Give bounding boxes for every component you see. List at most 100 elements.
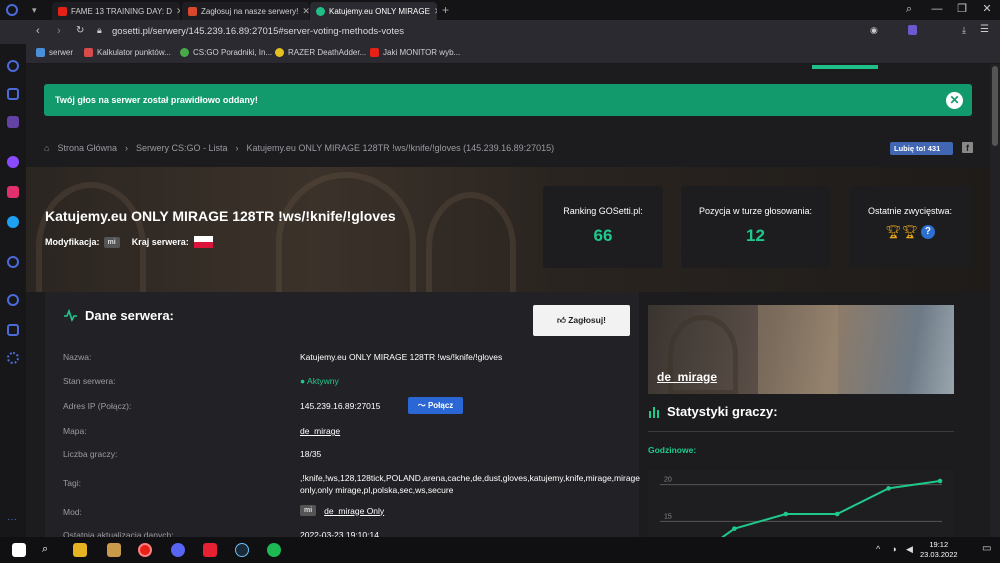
vpn-icon[interactable] <box>908 25 917 35</box>
twitter-icon[interactable] <box>7 216 19 228</box>
bookmark-item[interactable]: Jaki MONITOR wyb... <box>370 48 460 57</box>
download-icon[interactable]: ⤓ <box>962 25 966 36</box>
check-circle-icon: ● <box>300 376 306 386</box>
close-icon[interactable]: ✕ <box>430 6 437 17</box>
ip-value[interactable]: 145.239.16.89:27015 <box>300 401 380 411</box>
tab-label: FAME 13 TRAINING DAY: D <box>71 6 173 16</box>
hourly-label: Godzinowe: <box>648 445 697 455</box>
tray-chevron-icon[interactable]: ^ <box>876 544 880 554</box>
trophy-icon: 🏆︎ <box>885 224 902 239</box>
help-icon[interactable]: ? <box>920 225 935 239</box>
tab-bar: ▾ FAME 13 TRAINING DAY: D ✕ Zagłosuj na … <box>0 0 1000 20</box>
row-label: Nazwa: <box>63 352 92 362</box>
connect-label: Połącz <box>427 401 454 410</box>
steam-icon[interactable] <box>235 543 249 557</box>
league-icon[interactable] <box>107 543 121 557</box>
status-text: Aktywny <box>307 376 339 386</box>
data-point[interactable] <box>834 511 840 517</box>
close-icon[interactable]: ✕ <box>172 6 180 17</box>
tab-menu-icon[interactable]: ▾ <box>32 5 37 16</box>
tab-katujemy[interactable]: Katujemy.eu ONLY MIRAGE ✕ <box>310 2 437 20</box>
razer-icon[interactable] <box>203 543 217 557</box>
discord-icon[interactable] <box>171 543 185 557</box>
tags-value: ,!knife,!ws,128,128tick,POLAND,arena,cac… <box>300 473 641 495</box>
gosetti-icon <box>316 6 325 16</box>
search-icon[interactable]: ⌕ <box>902 2 916 16</box>
twitch-icon[interactable] <box>7 116 19 128</box>
tab-zaglosuj[interactable]: Zagłosuj na nasze serwery! ✕ <box>182 2 309 20</box>
clock-date: 23.03.2022 <box>920 550 958 559</box>
menu-icon[interactable]: ☰ <box>980 24 989 35</box>
reload-icon[interactable]: ↻ <box>76 25 84 36</box>
y-tick-label: 20 <box>664 477 672 484</box>
messenger-icon[interactable] <box>7 156 19 168</box>
close-window-icon[interactable]: ✕ <box>980 2 994 16</box>
settings-icon[interactable] <box>7 352 19 364</box>
opera-logo-icon[interactable] <box>6 4 18 16</box>
data-point[interactable] <box>937 478 943 484</box>
bookmark-item[interactable]: Kalkulator punktów... <box>84 48 171 57</box>
home-icon[interactable]: ⌂ <box>44 143 49 153</box>
bookmark-item[interactable]: RAZER DeathAdder... <box>275 48 366 57</box>
y-tick-label: 15 <box>664 513 672 520</box>
opera-gx-icon[interactable] <box>138 543 152 557</box>
bookmark-label: Jaki MONITOR wyb... <box>383 48 461 57</box>
mod-value: mi de_mirage Only <box>300 505 384 516</box>
chevron-right-icon: › <box>235 143 239 153</box>
mod-link[interactable]: de_mirage Only <box>324 506 384 516</box>
tab-fame[interactable]: FAME 13 TRAINING DAY: D ✕ <box>52 2 180 20</box>
scroll-thumb[interactable] <box>992 66 998 146</box>
map-name-link[interactable]: de_mirage <box>657 370 717 384</box>
minimize-icon[interactable]: — <box>930 2 944 16</box>
bookmark-icon <box>36 48 45 57</box>
back-icon[interactable]: ‹ <box>36 25 40 37</box>
row-label: Mapa: <box>63 426 87 436</box>
gosetti-icon <box>188 6 197 16</box>
server-name-value: Katujemy.eu ONLY MIRAGE 128TR !ws/!knife… <box>300 352 503 362</box>
data-point[interactable] <box>783 511 789 517</box>
bag-icon[interactable] <box>7 88 19 100</box>
bookmark-label: RAZER DeathAdder... <box>288 48 367 57</box>
ranking-label: Ranking GOSetti.pl: <box>563 206 643 216</box>
lock-icon: 🔒︎ <box>97 25 102 35</box>
more-icon[interactable]: ··· <box>7 514 17 525</box>
close-icon[interactable]: ✕ <box>946 92 963 109</box>
bookmark-item[interactable]: CS:GO Poradniki, In... <box>180 48 272 57</box>
history-icon[interactable] <box>7 294 19 306</box>
url-input[interactable]: gosetti.pl/serwery/145.239.16.89:27015#s… <box>112 24 612 40</box>
bookmark-item[interactable]: serwer <box>36 48 73 57</box>
data-point[interactable] <box>732 526 737 531</box>
spotify-icon[interactable] <box>267 543 281 557</box>
volume-icon[interactable]: ◀︎ <box>906 544 913 555</box>
search-icon[interactable]: ⌕ <box>42 543 56 557</box>
country-label: Kraj serwera: <box>131 237 189 247</box>
windows-start-icon[interactable] <box>12 543 26 557</box>
clock[interactable]: 19:12 23.03.2022 <box>920 540 958 560</box>
player-icon[interactable] <box>7 256 19 268</box>
data-point[interactable] <box>886 486 891 491</box>
fb-like-button[interactable]: Lubię to! 431 <box>890 142 953 155</box>
maximize-icon[interactable]: ❐ <box>955 2 969 16</box>
instagram-icon[interactable] <box>7 186 19 198</box>
camera-icon[interactable]: ◉ <box>870 25 878 36</box>
extensions-icon[interactable] <box>7 324 19 336</box>
facebook-icon[interactable]: f <box>962 142 973 153</box>
vote-button[interactable]: 👍︎ Zagłosuj! <box>533 305 630 336</box>
bookmark-icon <box>180 48 189 57</box>
scrollbar[interactable] <box>990 64 1000 537</box>
bookmark-label: Kalkulator punktów... <box>97 48 171 57</box>
notifications-icon[interactable]: ▭ <box>982 543 991 554</box>
breadcrumb: ⌂ Strona Główna › Serwery CS:GO - Lista … <box>44 142 562 154</box>
connect-button[interactable]: 〜 Połącz <box>408 397 463 414</box>
map-link[interactable]: de_mirage <box>300 426 340 436</box>
speed-dial-icon[interactable] <box>7 60 19 72</box>
server-hero <box>26 167 990 292</box>
file-explorer-icon[interactable] <box>73 543 87 557</box>
forward-icon[interactable]: › <box>57 25 61 37</box>
new-tab-icon[interactable]: + <box>442 3 449 17</box>
breadcrumb-list[interactable]: Serwery CS:GO - Lista <box>136 143 228 153</box>
mod-badge: mi <box>103 236 120 248</box>
close-icon[interactable]: ✕ <box>298 6 309 17</box>
network-icon[interactable]: ◗ <box>892 544 897 554</box>
breadcrumb-home[interactable]: Strona Główna <box>57 143 117 153</box>
